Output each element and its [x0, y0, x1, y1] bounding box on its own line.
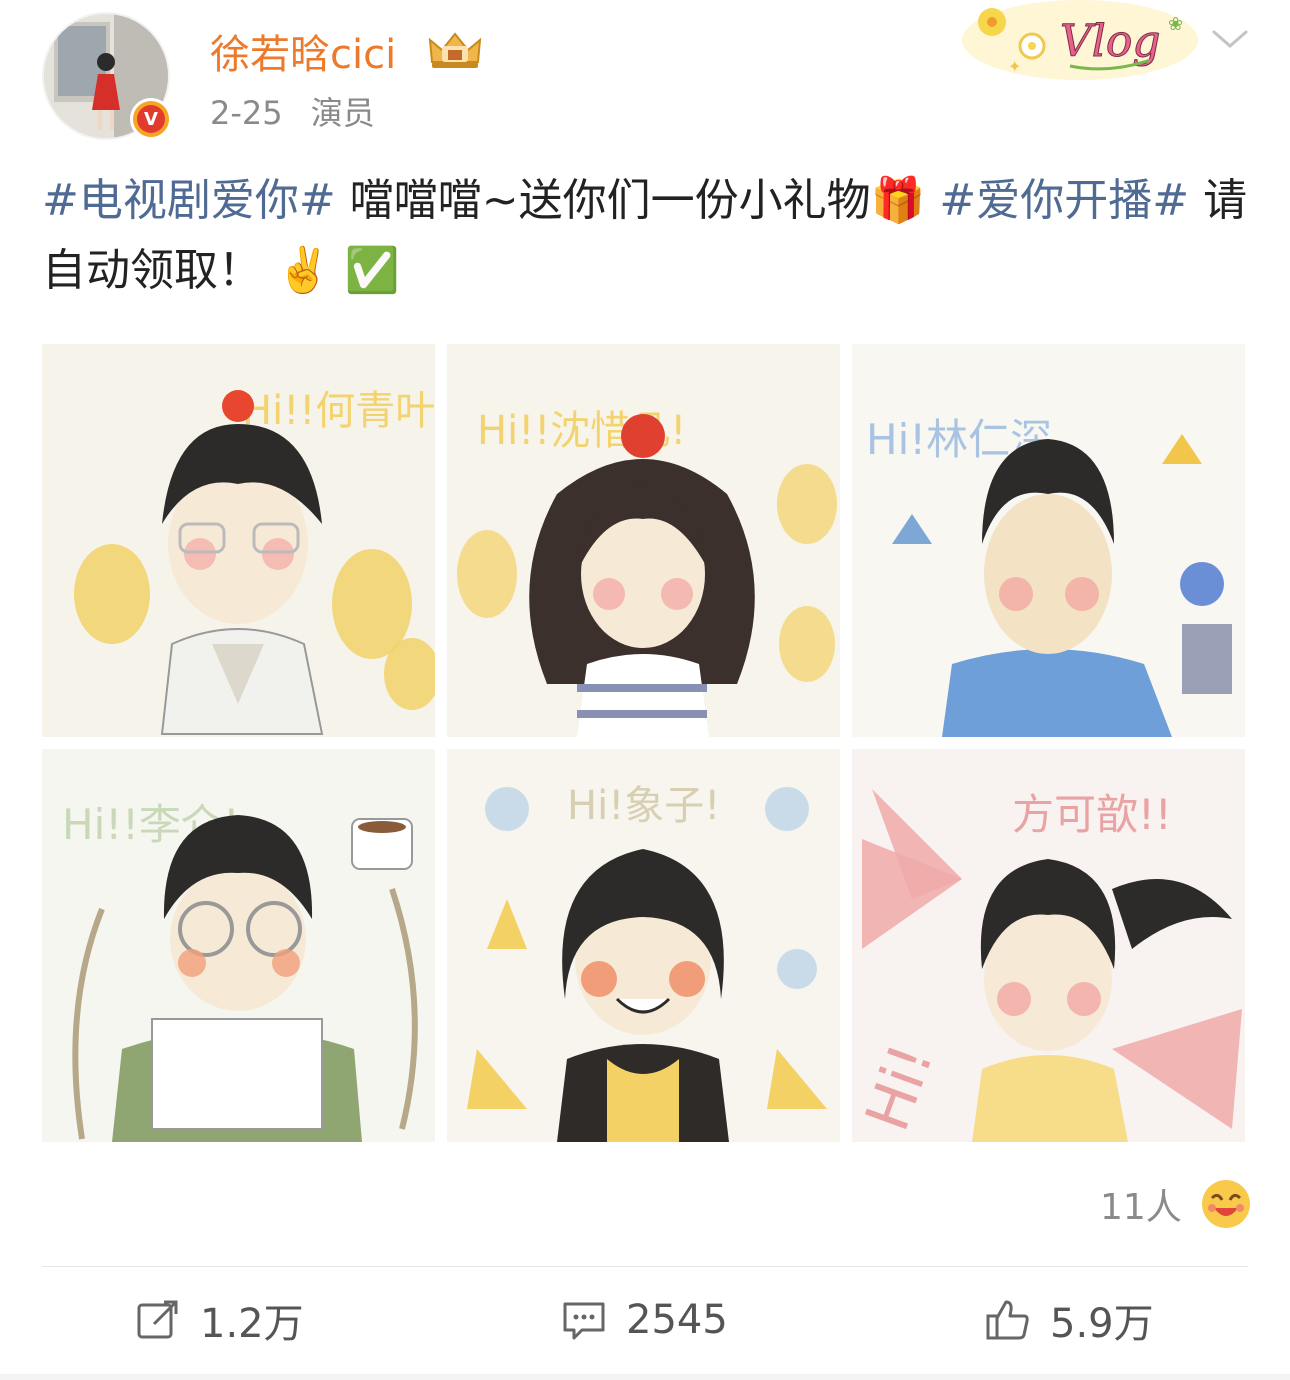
- image-thumbnail-1[interactable]: Hi!!何青叶!!: [42, 344, 435, 737]
- divider: [42, 1266, 1248, 1267]
- illustration-caption: Hi!象子!: [567, 783, 720, 829]
- peace-emoji: ✌️: [276, 245, 331, 296]
- repost-count: 1.2万: [200, 1301, 304, 1347]
- laughing-face-icon: [1201, 1180, 1250, 1228]
- like-button[interactable]: 5.9万: [984, 1290, 1154, 1350]
- bottom-separator: [0, 1374, 1290, 1380]
- image-thumbnail-2[interactable]: Hi!!沈惜凡!: [447, 344, 840, 737]
- repost-button[interactable]: 1.2万: [134, 1290, 304, 1350]
- image-thumbnail-5[interactable]: Hi!象子!: [447, 749, 840, 1142]
- gift-emoji: 🎁: [870, 175, 926, 226]
- comment-button[interactable]: 2545: [560, 1290, 728, 1350]
- post-content: #电视剧爱你# 噹噹噹~送你们一份小礼物🎁 #爱你开播# 请自动领取！ ✌️ ✅: [42, 166, 1252, 306]
- author-role: 演员: [310, 94, 375, 132]
- image-grid: Hi!!何青叶!! Hi!!沈惜凡!: [42, 344, 1245, 1142]
- topic-link-premiere[interactable]: #爱你开播#: [939, 175, 1189, 226]
- svg-text:❀: ❀: [1168, 14, 1183, 35]
- svg-text:Vlog: Vlog: [1060, 16, 1161, 67]
- repost-icon: [137, 1300, 178, 1339]
- vlog-sticker-icon: Vlog ✦ ❀: [962, 0, 1198, 80]
- thumbs-up-icon: [986, 1300, 1029, 1340]
- image-thumbnail-6[interactable]: 方可歆!! Hi!: [852, 749, 1245, 1142]
- reaction-summary[interactable]: 11人: [1100, 1178, 1252, 1230]
- illustration-caption: 方可歆!!: [1012, 790, 1172, 839]
- comment-icon: [563, 1302, 605, 1340]
- like-count: 5.9万: [1050, 1301, 1154, 1347]
- author-name[interactable]: 徐若晗cici: [210, 22, 396, 80]
- verified-badge-icon: V: [130, 98, 172, 140]
- post-date: 2-25: [210, 94, 283, 132]
- check-emoji: ✅: [344, 245, 400, 296]
- chevron-down-icon[interactable]: [1210, 24, 1250, 54]
- comment-count: 2545: [626, 1297, 728, 1343]
- avatar[interactable]: V: [42, 12, 172, 140]
- post-text-part1: 噹噹噹~送你们一份小礼物: [335, 175, 871, 226]
- topic-link-tv-show[interactable]: #电视剧爱你#: [42, 175, 336, 226]
- svg-text:✦: ✦: [1008, 57, 1021, 76]
- crown-badge-icon[interactable]: [426, 28, 484, 72]
- illustration-caption: Hi!!何青叶!!: [242, 388, 435, 434]
- image-thumbnail-4[interactable]: Hi!!李介!: [42, 749, 435, 1142]
- image-thumbnail-3[interactable]: Hi!林仁深: [852, 344, 1245, 737]
- post-meta: 2-25 演员: [210, 88, 393, 134]
- reaction-count: 11人: [1100, 1187, 1182, 1228]
